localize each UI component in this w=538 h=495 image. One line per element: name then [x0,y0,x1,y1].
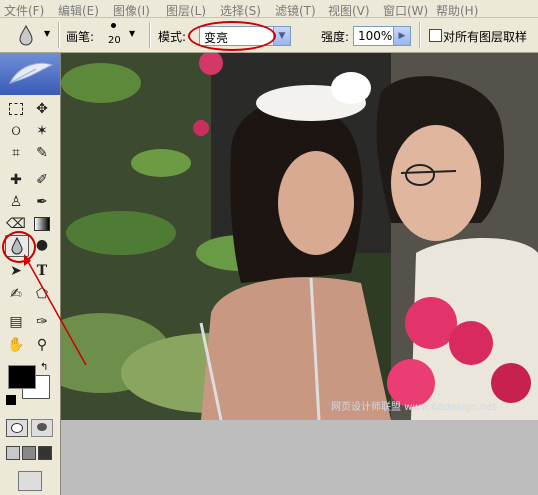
jump-to-imageready-button[interactable] [18,471,42,491]
history-brush-tool[interactable]: ✒ [31,192,53,212]
magic-wand-tool[interactable]: ✶ [31,121,53,141]
quick-mask-button[interactable] [31,419,53,437]
photo-illustration [61,53,538,420]
menu-layer[interactable]: 图层(L) [166,2,206,19]
sample-all-layers-checkbox[interactable] [429,29,442,42]
zoom-tool[interactable]: ⚲ [31,335,53,355]
mode-highlight-ellipse [188,21,276,51]
sample-all-layers-label: 对所有图层取样 [443,30,528,44]
feather-logo-icon [9,62,54,84]
crop-icon: ⌗ [12,145,20,161]
pen-icon: ✍ [10,286,22,302]
move-tool[interactable]: ✥ [31,99,53,119]
menu-bar: 文件(F) 编辑(E) 图像(I) 图层(L) 选择(S) 滤镜(T) 视图(V… [0,0,538,18]
healing-brush-tool[interactable]: ✚ [5,170,27,190]
hand-tool[interactable]: ✋ [5,335,27,355]
marquee-icon [9,103,23,115]
default-colors-icon[interactable] [6,395,16,405]
clone-stamp-tool[interactable]: ♙ [5,192,27,212]
menu-view[interactable]: 视图(V) [328,2,370,19]
quick-mask-icon [37,423,47,431]
brush-picker[interactable]: 20 ▼ [103,21,143,49]
screen-mode-full[interactable] [38,446,52,460]
chevron-down-icon: ▼ [44,29,51,38]
dodge-icon: ● [35,237,49,253]
menu-edit[interactable]: 编辑(E) [58,2,99,19]
strength-label: 强度: [321,30,350,44]
watermark-text: 网页设计师联盟 www.68design.net [331,402,497,413]
canvas-area: 网页设计师联盟 www.68design.net [61,53,538,495]
screen-mode-standard[interactable] [6,446,20,460]
toolbox: ✥ ଠ ✶ ⌗ ✎ ✚ ✐ ♙ ✒ ⌫ ● ➤ T ✍ ⬠ ▤ ✑ ✋ ⚲ ↰ [0,53,61,495]
notes-tool[interactable]: ▤ [5,312,27,332]
strength-input[interactable]: 100% ▶ [353,26,411,46]
mode-label: 模式: [158,30,187,44]
slice-icon: ✎ [36,145,48,161]
photo-image: 网页设计师联盟 www.68design.net [61,53,538,420]
strength-value: 100% [358,29,393,43]
path-selection-tool[interactable]: ➤ [5,261,27,281]
zoom-icon: ⚲ [36,337,48,353]
eyedropper-icon: ✑ [36,314,48,330]
brush-icon: ✐ [36,172,48,188]
slice-tool[interactable]: ✎ [31,143,53,163]
screen-mode-full-menu[interactable] [22,446,36,460]
menu-filter[interactable]: 滤镜(T) [275,2,316,19]
menu-file[interactable]: 文件(F) [4,2,44,19]
brush-tip-icon [111,23,116,28]
marquee-tool[interactable] [5,99,27,119]
tool-preset-picker[interactable]: ▼ [8,23,54,47]
menu-image[interactable]: 图像(I) [113,2,150,19]
standard-mode-icon [11,423,23,433]
brush-size: 20 [108,35,121,46]
type-icon: T [36,263,48,279]
options-bar: ▼ 画笔: 20 ▼ 模式: 变亮 ▼ 强度: 100% ▶ 对所有图层取样 [0,18,538,53]
menu-help[interactable]: 帮助(H) [436,2,478,19]
menu-select[interactable]: 选择(S) [220,2,261,19]
blur-drop-icon [19,24,33,46]
foreground-color-swatch[interactable] [8,365,36,389]
eyedropper-tool[interactable]: ✑ [31,312,53,332]
bandage-icon: ✚ [10,172,22,188]
menu-window[interactable]: 窗口(W) [383,2,428,19]
notes-icon: ▤ [9,314,23,330]
lasso-tool[interactable]: ଠ [5,121,27,141]
pen-tool[interactable]: ✍ [5,284,27,304]
hand-icon: ✋ [7,337,25,353]
chevron-down-icon: ▼ [129,29,136,38]
chevron-right-icon[interactable]: ▶ [393,27,410,45]
arrow-icon: ➤ [10,263,22,279]
brush-label: 画笔: [66,30,95,44]
type-tool[interactable]: T [31,261,53,281]
crop-tool[interactable]: ⌗ [5,143,27,163]
swap-colors-icon[interactable]: ↰ [40,362,48,373]
dodge-tool[interactable]: ● [31,235,53,255]
toolbox-header[interactable] [0,53,60,95]
shape-tool[interactable]: ⬠ [31,284,53,304]
standard-mode-button[interactable] [6,419,28,437]
brush-tool[interactable]: ✐ [31,170,53,190]
gradient-tool[interactable] [31,214,53,234]
lasso-icon: ଠ [11,123,21,139]
history-brush-icon: ✒ [36,194,48,210]
shape-icon: ⬠ [35,286,49,302]
eraser-icon: ⌫ [6,216,26,232]
move-icon: ✥ [36,101,48,117]
stamp-icon: ♙ [9,194,23,210]
magic-wand-icon: ✶ [36,123,48,139]
gradient-icon [34,217,50,231]
